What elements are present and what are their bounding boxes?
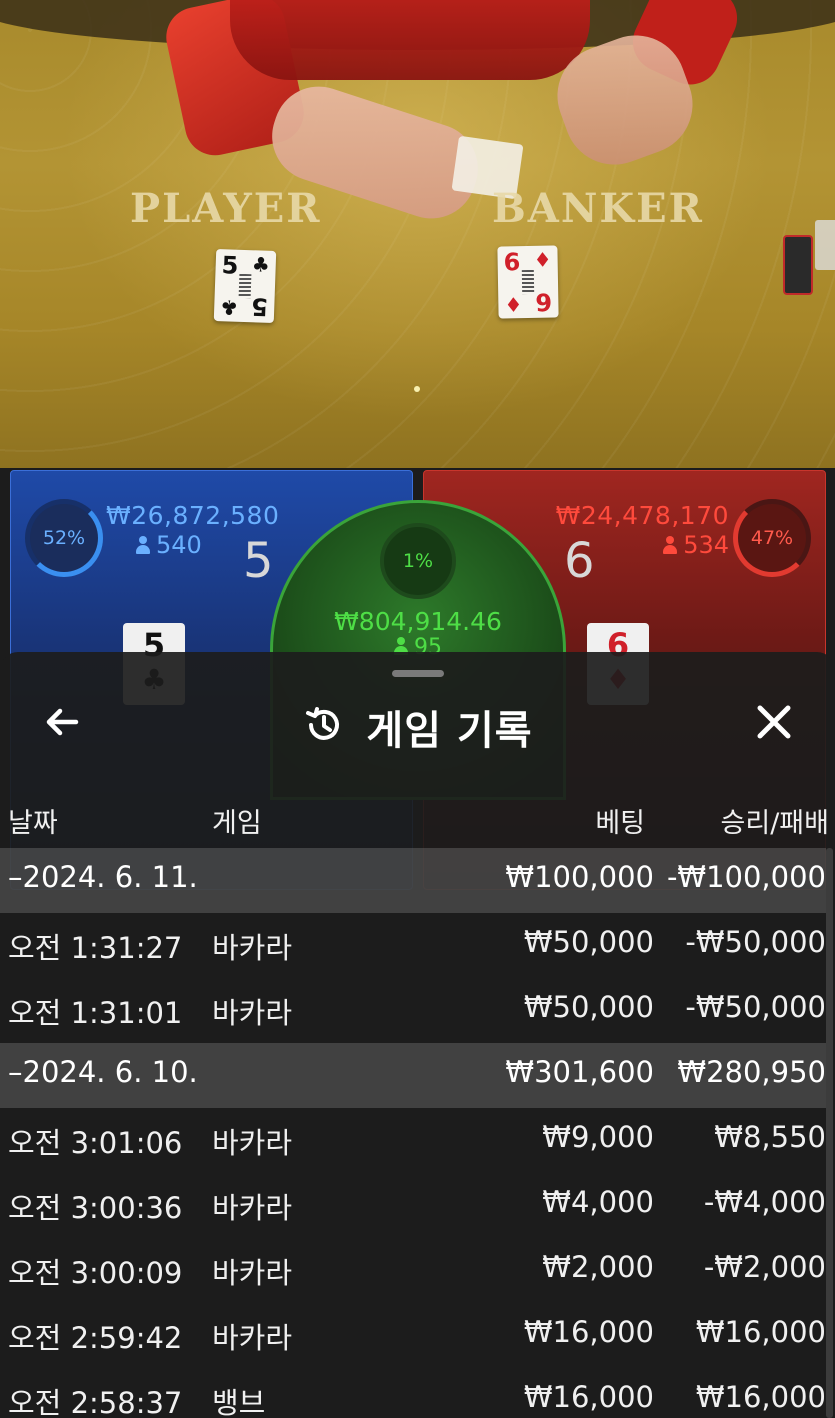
- banker-percent: 47%: [750, 527, 794, 549]
- sheet-header: 게임 기록: [0, 688, 835, 758]
- col-date: 날짜: [8, 808, 58, 839]
- card-suit: ♦: [533, 247, 552, 272]
- history-date-group[interactable]: –2024. 6. 11. ₩100,000 -₩100,000: [0, 848, 826, 913]
- banker-table-card: 6 ♦ ♦ 6: [497, 245, 559, 319]
- back-button[interactable]: [38, 700, 86, 748]
- card-rank: 6: [535, 287, 553, 316]
- title-wrap: 게임 기록: [0, 698, 835, 756]
- table-dot: [414, 386, 420, 392]
- banker-score: 6: [564, 533, 595, 589]
- row-time: 오전 3:01:06: [8, 1126, 183, 1160]
- banker-percent-ring: 47%: [733, 499, 811, 577]
- card-suit: ♦: [504, 292, 523, 317]
- history-row[interactable]: 오전 2:58:37 뱅브 ₩16,000 ₩16,000: [0, 1368, 826, 1418]
- game-history-sheet: 게임 기록 날짜 게임 베팅 승리/패배 –2024. 6. 11. ₩100,…: [0, 652, 835, 1418]
- row-win-loss: -₩100,000: [666, 860, 826, 894]
- row-date: –2024. 6. 11.: [8, 860, 198, 894]
- row-game: 바카라: [212, 996, 293, 1030]
- card-suit: ♣: [251, 252, 271, 277]
- card-rank: 5: [251, 292, 269, 321]
- history-row[interactable]: 오전 1:31:27 바카라 ₩50,000 -₩50,000: [0, 913, 826, 978]
- tie-total-bet: ₩804,914.46: [334, 607, 502, 636]
- dealer: [230, 0, 590, 80]
- row-win-loss: ₩16,000: [695, 1315, 826, 1349]
- row-bet: ₩50,000: [523, 990, 654, 1024]
- player-count-value: 540: [156, 531, 202, 559]
- history-row[interactable]: 오전 1:31:01 바카라 ₩50,000 -₩50,000: [0, 978, 826, 1043]
- row-bet: ₩301,600: [505, 1055, 654, 1089]
- row-win-loss: -₩2,000: [703, 1250, 826, 1284]
- row-win-loss: ₩8,550: [714, 1120, 826, 1154]
- history-row[interactable]: 오전 3:00:36 바카라 ₩4,000 -₩4,000: [0, 1173, 826, 1238]
- row-win-loss: ₩280,950: [677, 1055, 826, 1089]
- card-rank: 6: [503, 248, 521, 277]
- row-time: 오전 1:31:27: [8, 931, 183, 965]
- player-total-bet: ₩26,872,580: [106, 501, 280, 530]
- player-percent-ring: 52%: [25, 499, 103, 577]
- row-time: 오전 2:59:42: [8, 1321, 183, 1355]
- row-game: 바카라: [212, 1126, 293, 1160]
- col-win-loss: 승리/패배: [720, 808, 829, 839]
- row-time: 오전 2:58:37: [8, 1386, 183, 1418]
- drag-handle[interactable]: [392, 670, 444, 677]
- player-percent: 52%: [42, 527, 86, 549]
- row-bet: ₩16,000: [523, 1315, 654, 1349]
- banker-count-value: 534: [683, 531, 729, 559]
- history-column-header: 날짜 게임 베팅 승리/패배: [0, 797, 835, 847]
- banker-bettor-count: 534: [663, 531, 729, 559]
- live-table-video: PLAYER BANKER 5 ♣ ♣ 5 6 ♦ ♦ 6: [0, 0, 835, 470]
- history-scrollbar[interactable]: [826, 848, 833, 1418]
- card-center: [238, 273, 252, 299]
- card-suit: ♣: [219, 295, 239, 320]
- card-shoe-edge: [815, 220, 835, 270]
- history-row[interactable]: 오전 3:01:06 바카라 ₩9,000 ₩8,550: [0, 1108, 826, 1173]
- felt-player-label: PLAYER: [130, 185, 322, 232]
- col-bet: 베팅: [595, 808, 645, 839]
- card-shoe: [783, 235, 813, 295]
- row-bet: ₩16,000: [523, 1380, 654, 1414]
- row-bet: ₩100,000: [505, 860, 654, 894]
- row-game: 바카라: [212, 931, 293, 965]
- close-icon: [754, 702, 794, 746]
- row-bet: ₩2,000: [542, 1250, 654, 1284]
- card-rank: 5: [221, 251, 239, 280]
- row-win-loss: -₩50,000: [685, 925, 826, 959]
- row-date: –2024. 6. 10.: [8, 1055, 198, 1089]
- player-bettor-count: 540: [136, 531, 202, 559]
- row-game: 바카라: [212, 1191, 293, 1225]
- row-bet: ₩9,000: [542, 1120, 654, 1154]
- history-row[interactable]: 오전 2:59:42 바카라 ₩16,000 ₩16,000: [0, 1303, 826, 1368]
- row-bet: ₩50,000: [523, 925, 654, 959]
- close-button[interactable]: [748, 698, 800, 750]
- tie-percent-ring: 1%: [380, 523, 456, 599]
- row-win-loss: -₩4,000: [703, 1185, 826, 1219]
- row-win-loss: -₩50,000: [685, 990, 826, 1024]
- felt-banker-label: BANKER: [492, 185, 704, 232]
- banker-total-bet: ₩24,478,170: [555, 501, 729, 530]
- tie-percent: 1%: [402, 550, 434, 572]
- history-row[interactable]: 오전 3:00:09 바카라 ₩2,000 -₩2,000: [0, 1238, 826, 1303]
- row-game: 뱅브: [212, 1386, 266, 1418]
- history-list: –2024. 6. 11. ₩100,000 -₩100,000 오전 1:31…: [0, 848, 826, 1418]
- row-game: 바카라: [212, 1256, 293, 1290]
- player-table-card: 5 ♣ ♣ 5: [213, 248, 277, 324]
- person-icon: [136, 536, 150, 554]
- card-center: [521, 269, 535, 295]
- history-clock-icon: [302, 703, 346, 751]
- row-time: 오전 3:00:09: [8, 1256, 183, 1290]
- row-game: 바카라: [212, 1321, 293, 1355]
- arrow-left-icon: [42, 702, 82, 746]
- col-game: 게임: [212, 808, 262, 839]
- history-date-group[interactable]: –2024. 6. 10. ₩301,600 ₩280,950: [0, 1043, 826, 1108]
- row-bet: ₩4,000: [542, 1185, 654, 1219]
- sheet-title: 게임 기록: [366, 708, 533, 754]
- row-time: 오전 1:31:01: [8, 996, 183, 1030]
- row-time: 오전 3:00:36: [8, 1191, 183, 1225]
- person-icon: [663, 536, 678, 554]
- player-score: 5: [243, 533, 274, 589]
- row-win-loss: ₩16,000: [695, 1380, 826, 1414]
